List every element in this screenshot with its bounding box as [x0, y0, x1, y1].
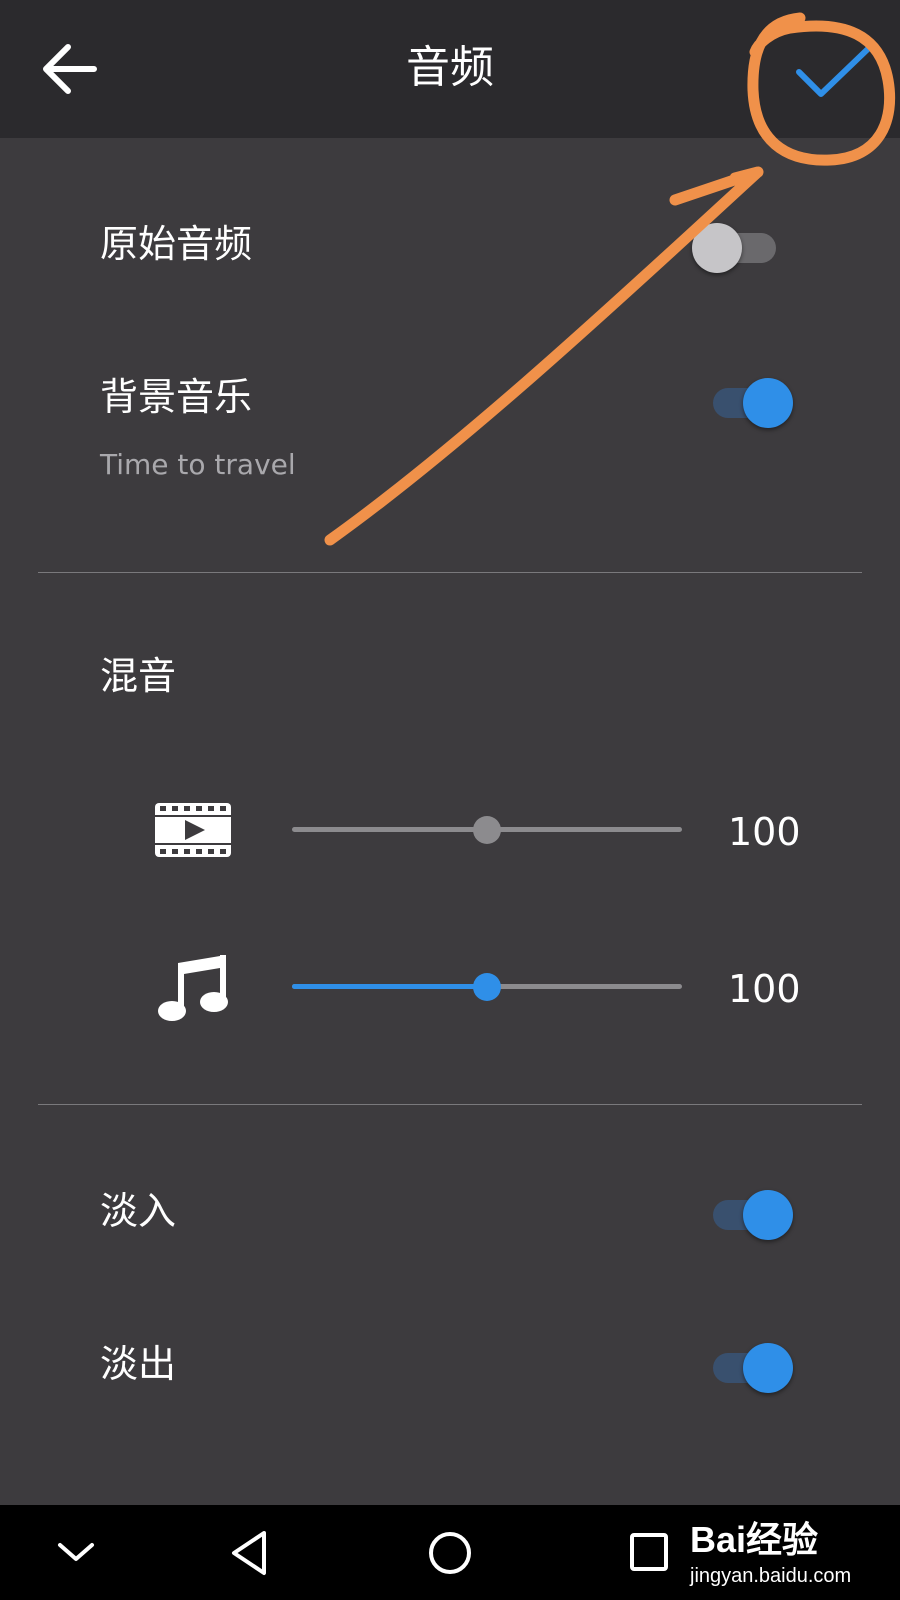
slider-knob[interactable]	[473, 973, 501, 1001]
nav-back-button[interactable]	[222, 1525, 278, 1581]
video-volume-slider[interactable]	[292, 815, 682, 845]
watermark-logo: Bai经验	[690, 1519, 819, 1560]
watermark: Bai经验 jingyan.baidu.com	[690, 1518, 890, 1590]
section-divider	[38, 572, 862, 573]
fade-out-label: 淡出	[100, 1342, 177, 1386]
background-music-switch[interactable]	[713, 378, 793, 428]
music-volume-value: 100	[728, 967, 801, 1011]
switch-thumb	[743, 1343, 793, 1393]
fade-in-label: 淡入	[100, 1189, 177, 1233]
checkmark-icon	[796, 43, 874, 97]
watermark-url: jingyan.baidu.com	[690, 1565, 852, 1587]
original-audio-label: 原始音频	[100, 222, 253, 266]
nav-hide-button[interactable]	[48, 1525, 104, 1581]
switch-thumb	[743, 378, 793, 428]
page-title: 音频	[406, 42, 494, 93]
original-audio-switch[interactable]	[692, 223, 778, 273]
music-note-icon	[158, 955, 230, 1027]
video-volume-value: 100	[728, 810, 801, 854]
section-divider	[38, 1104, 862, 1105]
fade-out-switch[interactable]	[713, 1343, 793, 1393]
slider-fill	[292, 984, 487, 989]
chevron-down-icon	[58, 1543, 94, 1561]
home-circle-icon	[429, 1532, 471, 1574]
fade-in-switch[interactable]	[713, 1190, 793, 1240]
mix-section-title: 混音	[100, 654, 177, 698]
music-volume-slider[interactable]	[292, 972, 682, 1002]
recents-square-icon	[630, 1533, 668, 1571]
top-app-bar: 音频	[0, 0, 900, 138]
switch-thumb	[692, 223, 742, 273]
nav-recents-button[interactable]	[622, 1525, 678, 1581]
back-triangle-icon	[232, 1531, 266, 1575]
film-icon	[155, 803, 231, 861]
slider-knob[interactable]	[473, 816, 501, 844]
switch-thumb	[743, 1190, 793, 1240]
annotation-arrow	[324, 166, 764, 546]
background-music-label: 背景音乐	[100, 375, 253, 419]
background-music-track-name: Time to travel	[100, 448, 296, 481]
nav-home-button[interactable]	[422, 1525, 478, 1581]
confirm-button[interactable]	[795, 40, 875, 104]
